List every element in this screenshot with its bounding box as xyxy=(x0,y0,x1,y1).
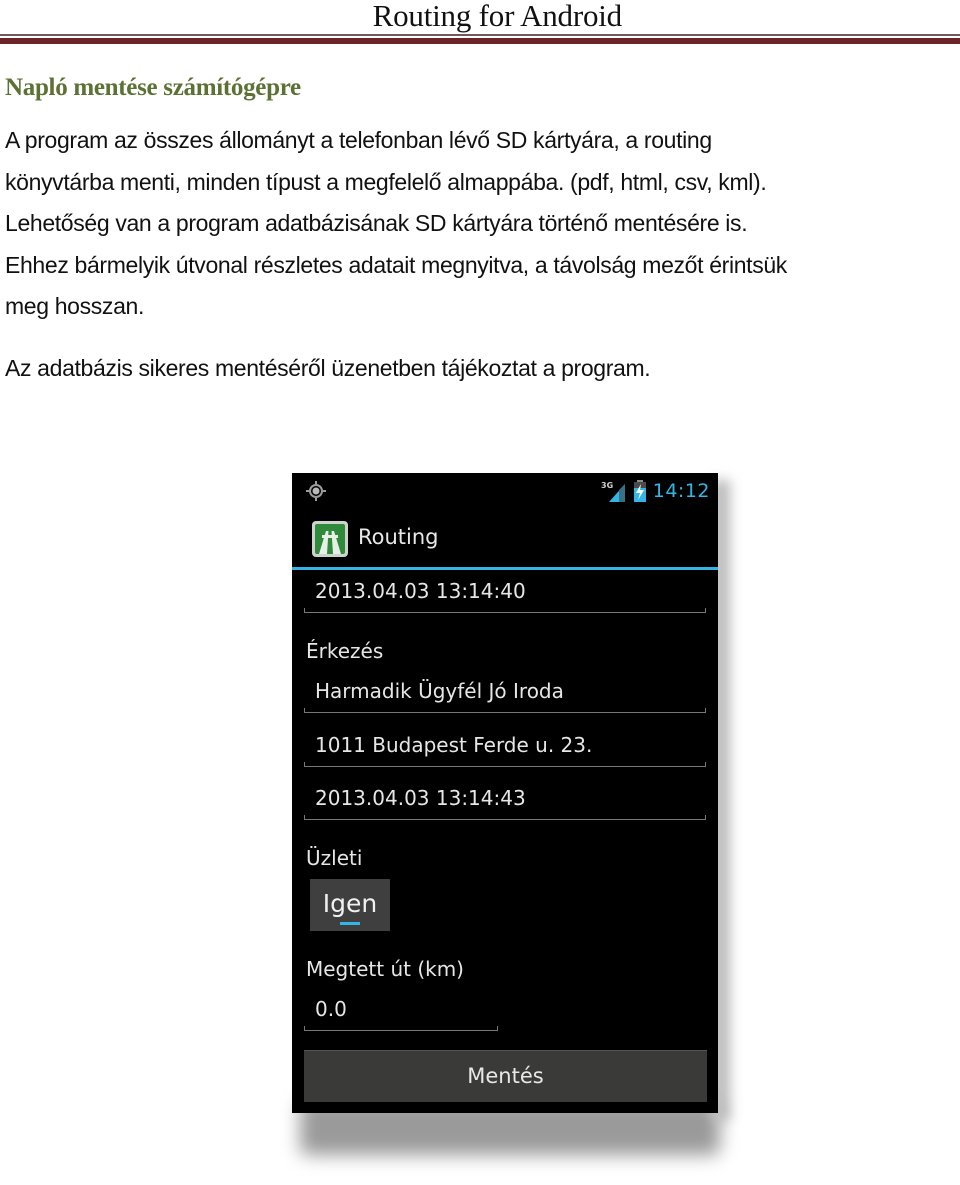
field-underline xyxy=(304,1026,498,1031)
distance-field[interactable]: 0.0 xyxy=(304,991,498,1031)
distance-value: 0.0 xyxy=(315,997,347,1021)
highway-icon[interactable] xyxy=(312,521,348,557)
battery-charging-icon xyxy=(633,480,646,502)
action-bar: Routing xyxy=(292,509,718,567)
paragraph-line: A program az összes állományt a telefonb… xyxy=(5,127,712,153)
toggle-indicator xyxy=(340,922,360,925)
gps-icon xyxy=(306,481,326,501)
signal-icon: 3G xyxy=(601,481,625,502)
running-header-title: Routing for Android xyxy=(372,0,623,33)
running-header: Routing for Android xyxy=(0,0,960,44)
save-button[interactable]: Mentés xyxy=(304,1050,707,1102)
status-bar: 3G 14:12 xyxy=(292,473,718,509)
header-rule-thin xyxy=(0,34,960,36)
paragraph-line: Ehhez bármelyik útvonal részletes adatai… xyxy=(5,251,787,278)
status-clock: 14:12 xyxy=(652,480,710,502)
field-underline xyxy=(304,608,706,613)
arrival-name-value: Harmadik Ügyfél Jó Iroda xyxy=(315,679,564,703)
app-title: Routing xyxy=(358,525,439,549)
header-rule-thick xyxy=(0,38,960,44)
business-label: Üzleti xyxy=(306,846,363,870)
field-underline xyxy=(304,708,706,713)
arrival-address-field[interactable]: 1011 Budapest Ferde u. 23. xyxy=(304,727,706,767)
departure-time-field[interactable]: 2013.04.03 13:14:40 xyxy=(304,573,706,613)
business-toggle-label: Igen xyxy=(322,889,378,918)
save-button-label: Mentés xyxy=(467,1064,544,1088)
arrival-address-value: 1011 Budapest Ferde u. 23. xyxy=(315,733,593,757)
paragraph-line: könyvtárba menti, minden típust a megfel… xyxy=(5,168,767,195)
distance-label: Megtett út (km) xyxy=(306,957,464,981)
paragraph-2: Az adatbázis sikeres mentéséről üzenetbe… xyxy=(5,355,651,381)
paragraph-line: meg hosszan. xyxy=(5,293,144,319)
arrival-time-field[interactable]: 2013.04.03 13:14:43 xyxy=(304,780,706,820)
status-icons: 3G 14:12 xyxy=(601,477,710,505)
phone-screenshot: 3G 14:12 Routing 2013.04.03 13:14:40 Érk… xyxy=(292,473,718,1113)
arrival-time-value: 2013.04.03 13:14:43 xyxy=(315,786,526,810)
arrival-label: Érkezés xyxy=(306,639,384,663)
action-bar-divider xyxy=(292,567,718,570)
network-type-label: 3G xyxy=(601,481,613,490)
business-toggle[interactable]: Igen xyxy=(310,879,390,931)
arrival-name-field[interactable]: Harmadik Ügyfél Jó Iroda xyxy=(304,673,706,713)
section-heading: Napló mentése számítógépre xyxy=(5,74,301,101)
field-underline xyxy=(304,762,706,767)
paragraph-1: A program az összes állományt a telefonb… xyxy=(5,120,787,328)
paragraph-line: Lehetőség van a program adatbázisának SD… xyxy=(5,210,748,236)
field-underline xyxy=(304,815,706,820)
departure-time-value: 2013.04.03 13:14:40 xyxy=(315,579,526,603)
